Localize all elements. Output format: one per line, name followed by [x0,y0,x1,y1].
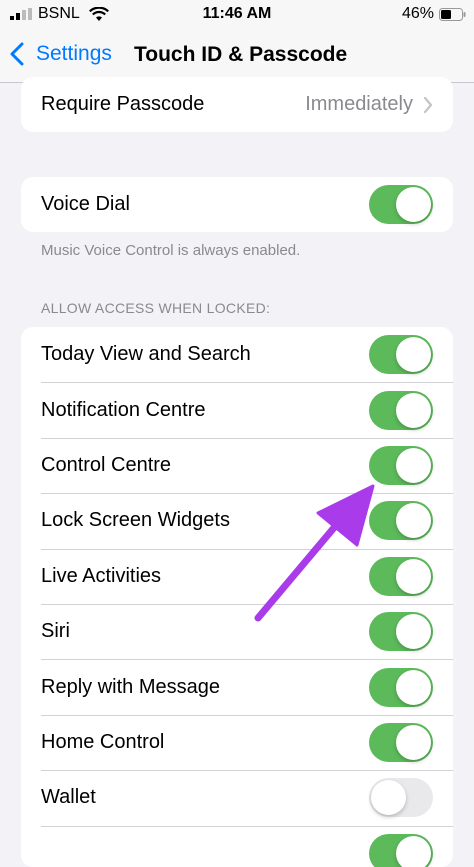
today-view-toggle[interactable] [369,335,433,375]
require-passcode-group: Require Passcode Immediately [21,77,453,133]
toggle-knob [396,558,431,594]
control-centre-toggle[interactable] [369,445,433,485]
live-activities-toggle[interactable] [369,556,433,596]
access-row-label: Lock Screen Widgets [41,509,230,532]
wallet-toggle[interactable] [369,778,433,818]
voice-dial-footnote: Music Voice Control is always enabled. [41,242,301,259]
access-row-home-control: Home Control [21,714,453,770]
access-row-label: Control Centre [41,453,172,476]
access-row-label: Today View and Search [41,343,251,366]
battery-percentage: 46% [401,5,434,22]
require-passcode-label: Require Passcode [41,93,205,116]
access-row-label: Notification Centre [41,398,206,421]
toggle-knob [396,503,431,539]
toggle-knob [396,614,431,650]
voice-dial-row: Voice Dial [21,177,453,232]
access-row-label: Home Control [41,730,165,753]
access-row-lock-screen-widgets: Lock Screen Widgets [21,493,453,548]
voice-dial-label: Voice Dial [41,193,130,216]
next-toggle[interactable] [369,833,433,867]
access-row-notification-centre: Notification Centre [21,382,453,437]
access-row-siri: Siri [21,603,453,659]
access-row-label: Wallet [41,786,96,809]
allow-access-group: Today View and Search Notification Centr… [21,327,453,867]
access-row-label: Reply with Message [41,675,220,698]
status-bar: BSNL 11:46 AM 46% [0,0,474,30]
back-button[interactable]: Settings [10,42,112,66]
toggle-knob [371,780,406,816]
toggle-knob [396,447,431,483]
back-button-label: Settings [36,42,112,65]
toggle-knob [396,337,431,373]
voice-dial-group: Voice Dial [21,177,453,233]
siri-toggle[interactable] [369,612,433,652]
chevron-left-icon [10,42,24,66]
toggle-knob [396,392,431,428]
access-row-wallet: Wallet [21,770,453,825]
lock-screen-widgets-toggle[interactable] [369,501,433,541]
access-row-live-activities: Live Activities [21,548,453,604]
chevron-right-icon [423,96,433,113]
page-title: Touch ID & Passcode [134,43,348,66]
allow-access-section-header: ALLOW ACCESS WHEN LOCKED: [41,300,271,316]
battery-icon [439,7,466,21]
toggle-knob [396,669,431,705]
toggle-knob [396,724,431,760]
toggle-knob [396,835,431,867]
access-row-today-view: Today View and Search [21,327,453,382]
notification-centre-toggle[interactable] [369,390,433,430]
access-row-partial [21,825,453,867]
home-control-toggle[interactable] [369,722,433,762]
require-passcode-value: Immediately [305,93,413,116]
access-row-control-centre: Control Centre [21,437,453,493]
navigation-bar: Settings Touch ID & Passcode [0,30,474,83]
status-right: 46% [402,5,466,23]
toggle-knob [396,187,431,223]
access-row-label: Live Activities [41,564,162,587]
reply-with-message-toggle[interactable] [369,667,433,707]
access-row-reply-with-message: Reply with Message [21,659,453,714]
require-passcode-row[interactable]: Require Passcode Immediately [21,77,453,132]
access-row-label: Siri [41,620,70,643]
voice-dial-toggle[interactable] [369,185,433,225]
